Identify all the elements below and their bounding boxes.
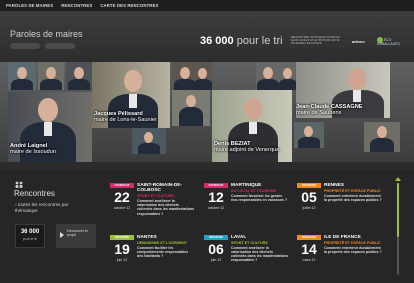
event-description: Comment favoriser les gestes éco-respons… — [231, 193, 288, 202]
caption-jean-claude-cassagne: Jean-Claude CASSAGNE maire de Saubens — [296, 104, 363, 116]
mayor-thumbnail[interactable] — [38, 62, 64, 90]
ademe-logo[interactable]: ademe — [352, 39, 365, 44]
event-place: LAVAL — [231, 235, 247, 240]
headline-number: 36 000 — [200, 35, 234, 47]
event-card[interactable]: RÉGIONS 06 juin 12 LAVAL SPORT ET CULTUR… — [204, 235, 290, 279]
event-badge: RÉGIONS — [297, 183, 321, 188]
event-day: 22 — [114, 189, 130, 205]
event-category: URBANISME ET LOGEMENT — [137, 240, 187, 245]
mayor-thumbnail[interactable] — [172, 90, 210, 126]
event-category: SPORT ET CULTURE — [231, 240, 268, 245]
event-card[interactable]: SYNDICAT 12 octobre 12 MARTINIQUE DU LOC… — [204, 183, 290, 227]
event-day: 14 — [301, 241, 317, 257]
headline-text: pour le tri — [236, 35, 283, 47]
mayor-thumbnail[interactable] — [294, 122, 324, 148]
event-place: ILE DE FRANCE — [324, 235, 361, 240]
nav-item-paroles-de-maires[interactable]: PAROLES DE MAIRES — [6, 3, 53, 8]
event-badge: RÉGIONS — [110, 235, 134, 240]
filter-pill-1[interactable] — [10, 43, 40, 49]
mayor-thumbnail[interactable] — [8, 62, 36, 90]
caption-jacques-pelissard: Jacques Pélissard maire de Lons-le-Sauni… — [94, 111, 157, 123]
event-month: mars 12 — [302, 258, 316, 262]
caption-andre-laignel: André Laignel maire de Issoudun — [10, 143, 57, 155]
event-card[interactable]: RÉGIONS 05 juillet 12 RENNES PROPRETÉ ET… — [297, 183, 383, 227]
mayor-thumbnail[interactable] — [132, 128, 166, 154]
event-month: juin 12 — [210, 258, 222, 262]
nav-item-carte-des-rencontres[interactable]: CARTE DES RENCONTRES — [100, 3, 158, 8]
page-title: Paroles de maires — [10, 29, 83, 39]
rencontres-title: Rencontres — [14, 189, 55, 198]
people-icon — [15, 181, 23, 188]
mayor-thumbnail[interactable] — [256, 62, 296, 90]
event-place: RENNES — [324, 183, 344, 188]
filter-pill-2[interactable] — [45, 43, 75, 49]
event-place: MARTINIQUE — [231, 183, 262, 188]
counter-box: 36 000 pour le tri — [15, 224, 45, 248]
mayor-thumbnail[interactable] — [66, 62, 92, 90]
event-month: juillet 12 — [302, 206, 316, 210]
nav-item-rencontres[interactable]: RENCONTRES — [61, 3, 92, 8]
event-category: PROPRETÉ ET ESPACE PUBLIC — [324, 240, 381, 245]
event-description: Comment améliorer la valorisation des dé… — [231, 245, 289, 263]
header: Paroles de maires 36 000 pour le tri REN… — [0, 12, 414, 64]
event-description: Comment entretenir durablement la propre… — [324, 245, 382, 254]
event-category: PROPRETÉ ET ESPACE PUBLIC — [324, 188, 381, 193]
event-month: juin 12 — [116, 258, 128, 262]
mayor-thumbnail[interactable] — [172, 62, 212, 90]
ecoemballages-logo[interactable]: ÉCO EMBALLAGES — [377, 37, 411, 47]
discover-project-button[interactable]: Découvrez le projet — [56, 224, 96, 248]
event-badge: SYNDICAT — [204, 183, 228, 188]
events-scrollbar[interactable] — [395, 177, 401, 275]
event-badge: RÉGIONS — [204, 235, 228, 240]
event-card[interactable]: RÉGIONS 19 juin 12 NANTES URBANISME ET L… — [110, 235, 196, 279]
event-place: SAINT-ROMAIN-DE-COLBOSC — [137, 183, 183, 194]
event-description: Comment faciliter les comportements resp… — [137, 245, 189, 259]
event-day: 19 — [114, 241, 130, 257]
event-day: 12 — [208, 189, 224, 205]
event-category: DU LOCAL ET TOURISME — [231, 188, 277, 193]
scroll-up-icon[interactable] — [395, 177, 401, 181]
event-card[interactable]: RÉGIONS 14 mars 12 ILE DE FRANCE PROPRET… — [297, 235, 383, 279]
event-badge: RÉGIONS — [297, 235, 321, 240]
event-month: octobre 12 — [207, 206, 225, 210]
event-day: 05 — [301, 189, 317, 205]
all-rencontres-link[interactable]: › toutes les rencontres par thématique — [15, 202, 85, 213]
mayors-gallery: André Laignel maire de Issoudun Jacques … — [0, 62, 414, 162]
tagline: RENCONTRES NATIONALES POUR LES ÉLUS LOCA… — [291, 36, 340, 46]
event-card[interactable]: SYNDICAT 22 octobre 12 SAINT-ROMAIN-DE-C… — [110, 183, 196, 227]
play-icon — [60, 232, 64, 238]
event-description: Comment améliorer la valorisation des dé… — [137, 199, 195, 216]
scrollbar-thumb[interactable] — [397, 183, 399, 237]
event-day: 06 — [208, 241, 224, 257]
caption-denis-beziat: Denis BEZIAT maire adjoint de Venerque — [214, 141, 280, 153]
event-description: Comment entretenir durablement la propre… — [324, 193, 382, 202]
headline: 36 000 pour le tri — [200, 35, 283, 47]
event-badge: SYNDICAT — [110, 183, 134, 188]
event-category: SPORT ET CULTURE — [137, 194, 174, 199]
top-navigation: PAROLES DE MAIRES RENCONTRES CARTE DES R… — [0, 0, 414, 12]
event-month: octobre 12 — [113, 206, 131, 210]
mayor-thumbnail[interactable] — [364, 122, 400, 152]
event-place: NANTES — [137, 235, 157, 240]
